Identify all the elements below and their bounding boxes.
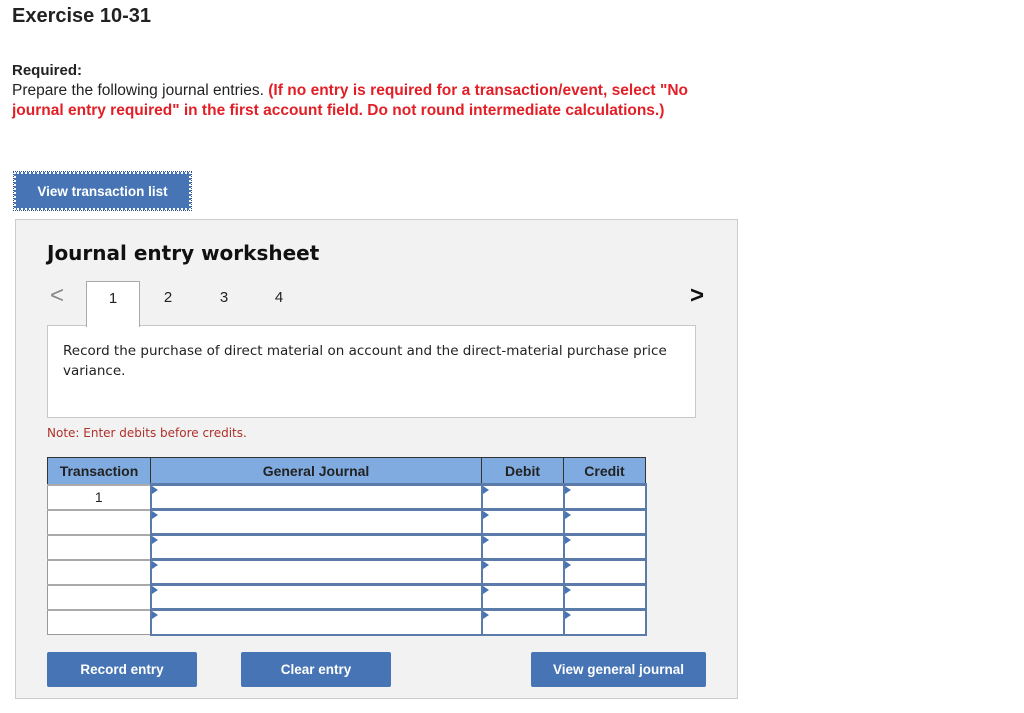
- account-cell: [149, 558, 483, 586]
- account-input[interactable]: [151, 486, 481, 508]
- view-transaction-list-button[interactable]: View transaction list: [13, 171, 192, 211]
- tab-1[interactable]: 1: [86, 281, 140, 327]
- account-cell: [149, 508, 483, 536]
- account-input[interactable]: [151, 536, 481, 558]
- view-general-journal-button[interactable]: View general journal: [531, 652, 706, 687]
- tab-2[interactable]: 2: [141, 281, 195, 327]
- tab-3[interactable]: 3: [197, 281, 251, 327]
- debit-cell: [480, 583, 565, 611]
- journal-entry-worksheet: Journal entry worksheet < 1 2 3 4 > Reco…: [15, 219, 738, 699]
- worksheet-title: Journal entry worksheet: [47, 241, 320, 265]
- dropdown-indicator-icon: [564, 486, 571, 494]
- dropdown-indicator-icon: [151, 561, 158, 569]
- transaction-cell: 1: [47, 483, 151, 510]
- debit-input[interactable]: [482, 586, 563, 608]
- transaction-description: Record the purchase of direct material o…: [47, 325, 696, 418]
- account-cell: [149, 533, 483, 561]
- account-input[interactable]: [151, 511, 481, 533]
- credit-input[interactable]: [564, 536, 645, 558]
- account-cell: [149, 608, 483, 636]
- transaction-cell: [47, 508, 151, 535]
- journal-row: [47, 533, 647, 561]
- debit-cell: [480, 508, 565, 536]
- tab-4[interactable]: 4: [252, 281, 306, 327]
- dropdown-indicator-icon: [564, 561, 571, 569]
- transaction-cell: [47, 558, 151, 585]
- dropdown-indicator-icon: [564, 586, 571, 594]
- transaction-cell: [47, 608, 151, 635]
- chevron-left-icon[interactable]: <: [50, 284, 64, 308]
- dropdown-indicator-icon: [482, 486, 489, 494]
- journal-row: [47, 558, 647, 586]
- dropdown-indicator-icon: [482, 511, 489, 519]
- dropdown-indicator-icon: [564, 536, 571, 544]
- instructions-text: Prepare the following journal entries.: [12, 82, 269, 99]
- journal-row: [47, 608, 647, 636]
- account-cell: [149, 483, 483, 511]
- transaction-cell: [47, 533, 151, 560]
- account-input[interactable]: [151, 586, 481, 608]
- dropdown-indicator-icon: [564, 611, 571, 619]
- credit-input[interactable]: [564, 611, 645, 634]
- credit-cell: [562, 558, 647, 586]
- credit-cell: [562, 483, 647, 511]
- header-debit: Debit: [481, 457, 564, 485]
- credit-input[interactable]: [564, 511, 645, 533]
- credit-input[interactable]: [564, 586, 645, 608]
- chevron-right-icon[interactable]: >: [690, 284, 704, 308]
- header-credit: Credit: [563, 457, 646, 485]
- debits-note: Note: Enter debits before credits.: [47, 426, 247, 440]
- journal-row: [47, 583, 647, 611]
- dropdown-indicator-icon: [482, 561, 489, 569]
- credit-cell: [562, 533, 647, 561]
- account-cell: [149, 583, 483, 611]
- credit-input[interactable]: [564, 486, 645, 508]
- account-input[interactable]: [151, 561, 481, 583]
- header-general-journal: General Journal: [150, 457, 482, 485]
- dropdown-indicator-icon: [151, 511, 158, 519]
- debit-input[interactable]: [482, 611, 563, 634]
- journal-table: Transaction General Journal Debit Credit…: [47, 457, 647, 636]
- journal-header-row: Transaction General Journal Debit Credit: [47, 457, 646, 485]
- debit-input[interactable]: [482, 511, 563, 533]
- instructions: Prepare the following journal entries. (…: [12, 81, 688, 120]
- dropdown-indicator-icon: [482, 536, 489, 544]
- dropdown-indicator-icon: [482, 586, 489, 594]
- dropdown-indicator-icon: [151, 486, 158, 494]
- dropdown-indicator-icon: [564, 511, 571, 519]
- dropdown-indicator-icon: [482, 611, 489, 619]
- required-label: Required:: [12, 62, 83, 79]
- dropdown-indicator-icon: [151, 536, 158, 544]
- credit-input[interactable]: [564, 561, 645, 583]
- dropdown-indicator-icon: [151, 586, 158, 594]
- record-entry-button[interactable]: Record entry: [47, 652, 197, 687]
- credit-cell: [562, 583, 647, 611]
- dropdown-indicator-icon: [151, 611, 158, 619]
- journal-row: [47, 508, 647, 536]
- debit-cell: [480, 558, 565, 586]
- debit-input[interactable]: [482, 486, 563, 508]
- transaction-cell: [47, 583, 151, 610]
- debit-input[interactable]: [482, 561, 563, 583]
- journal-row: 1: [47, 483, 647, 511]
- credit-cell: [562, 508, 647, 536]
- exercise-title: Exercise 10-31: [12, 5, 152, 27]
- debit-cell: [480, 608, 565, 636]
- debit-cell: [480, 533, 565, 561]
- debit-input[interactable]: [482, 536, 563, 558]
- account-input[interactable]: [151, 611, 481, 634]
- credit-cell: [562, 608, 647, 636]
- header-transaction: Transaction: [47, 457, 151, 485]
- debit-cell: [480, 483, 565, 511]
- clear-entry-button[interactable]: Clear entry: [241, 652, 391, 687]
